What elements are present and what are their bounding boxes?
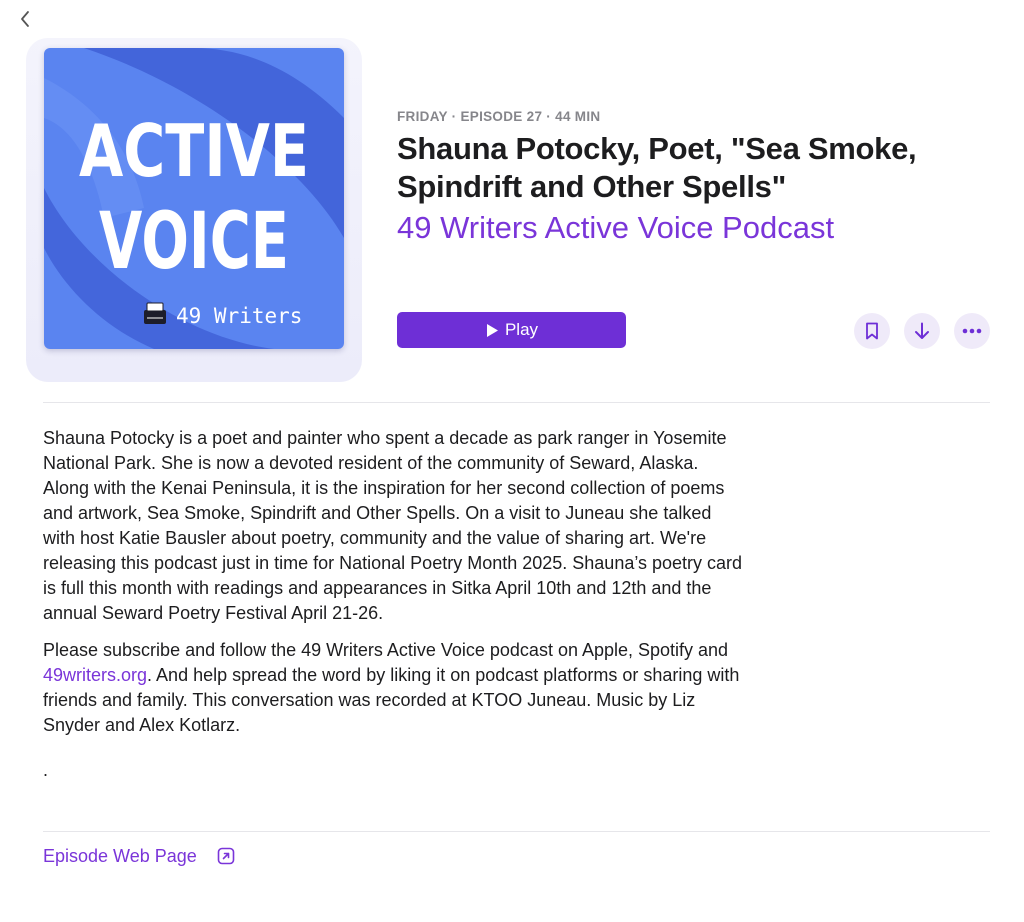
back-button[interactable] [14, 8, 36, 30]
chevron-left-icon [21, 11, 29, 27]
bookmark-icon [866, 322, 878, 340]
podcast-artwork[interactable]: ACTIVE VOICE 49 Writers [44, 48, 344, 349]
website-link[interactable]: 49writers.org [43, 665, 147, 685]
episode-detail-page: ACTIVE VOICE 49 Writers FRIDAY · EPISODE… [0, 0, 1024, 922]
description-paragraph-1: Shauna Potocky is a poet and painter who… [43, 428, 743, 623]
artwork-brand: 49 Writers [176, 304, 302, 328]
play-label: Play [504, 320, 539, 339]
play-icon [486, 323, 498, 337]
divider-top [43, 402, 990, 403]
external-link-icon [217, 847, 235, 865]
description-text: Please subscribe and follow the 49 Write… [43, 640, 729, 660]
play-button[interactable]: Play [397, 312, 626, 348]
episode-title-line2: Spindrift and Other Spells" [397, 169, 786, 204]
ellipsis-icon [962, 328, 982, 334]
episode-description: Shauna Potocky is a poet and painter who… [43, 426, 743, 783]
show-link[interactable]: 49 Writers Active Voice Podcast [397, 208, 997, 248]
download-button[interactable] [904, 313, 940, 349]
episode-title: Shauna Potocky, Poet, "Sea Smoke, Spindr… [397, 130, 997, 206]
episode-web-page-link[interactable]: Episode Web Page [43, 844, 235, 868]
description-text: . And help spread the word by liking it … [43, 665, 740, 735]
description-paragraph-2: Please subscribe and follow the 49 Write… [43, 638, 743, 738]
artwork-title-line2: VOICE [99, 197, 289, 287]
episode-eyebrow: FRIDAY · EPISODE 27 · 44 MIN [397, 109, 601, 124]
episode-web-page-label: Episode Web Page [43, 846, 197, 866]
artwork-title-line1: ACTIVE [79, 109, 309, 193]
description-trailing: . [43, 760, 49, 780]
divider-bottom [43, 831, 990, 832]
save-button[interactable] [854, 313, 890, 349]
episode-title-line1: Shauna Potocky, Poet, "Sea Smoke, [397, 131, 917, 166]
more-button[interactable] [954, 313, 990, 349]
arrow-down-icon [915, 322, 929, 339]
typewriter-icon [144, 302, 166, 324]
episode-meta: FRIDAY · EPISODE 27 · 44 MIN Shauna Poto… [397, 108, 997, 248]
